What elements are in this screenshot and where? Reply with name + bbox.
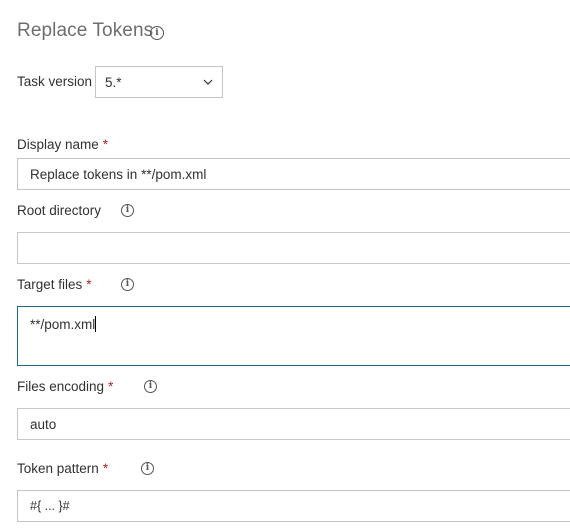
files-encoding-field[interactable]: auto (17, 408, 570, 440)
display-name-label: Display name * (17, 137, 108, 152)
root-directory-label: Root directory (17, 203, 102, 218)
task-version-dropdown[interactable]: 5.* (95, 66, 223, 98)
task-version-value: 5.* (105, 75, 122, 90)
target-files-label: Target files * (17, 277, 92, 292)
files-encoding-value: auto (30, 417, 57, 432)
info-icon[interactable]: i (121, 204, 134, 217)
files-encoding-label: Files encoding * (17, 379, 113, 394)
token-pattern-label: Token pattern * (17, 461, 108, 476)
display-name-field[interactable]: Replace tokens in **/pom.xml (17, 158, 570, 190)
required-marker: * (102, 137, 109, 152)
info-icon[interactable]: i (141, 462, 154, 475)
chevron-down-icon (203, 79, 213, 85)
info-icon[interactable]: i (121, 278, 134, 291)
target-files-textarea[interactable]: **/pom.xml (17, 306, 570, 366)
section-title: Replace Tokens (17, 20, 154, 41)
display-name-value: Replace tokens in **/pom.xml (30, 167, 207, 182)
info-icon[interactable]: i (144, 380, 157, 393)
token-pattern-field[interactable]: #{ ... }# (17, 490, 570, 522)
target-files-text: **/pom.xml (30, 317, 96, 332)
token-pattern-value: #{ ... }# (30, 499, 70, 513)
info-icon[interactable]: i (150, 26, 164, 40)
required-marker: * (102, 461, 109, 476)
required-marker: * (86, 277, 92, 292)
target-files-label-text: Target files (17, 277, 83, 292)
text-cursor (95, 316, 97, 332)
files-encoding-label-text: Files encoding (17, 379, 105, 394)
root-directory-field[interactable] (17, 232, 570, 264)
task-version-label: Task version (17, 74, 93, 89)
display-name-label-text: Display name (17, 137, 99, 152)
required-marker: * (108, 379, 114, 394)
target-files-value: **/pom.xml (30, 316, 97, 332)
token-pattern-label-text: Token pattern (17, 461, 99, 476)
